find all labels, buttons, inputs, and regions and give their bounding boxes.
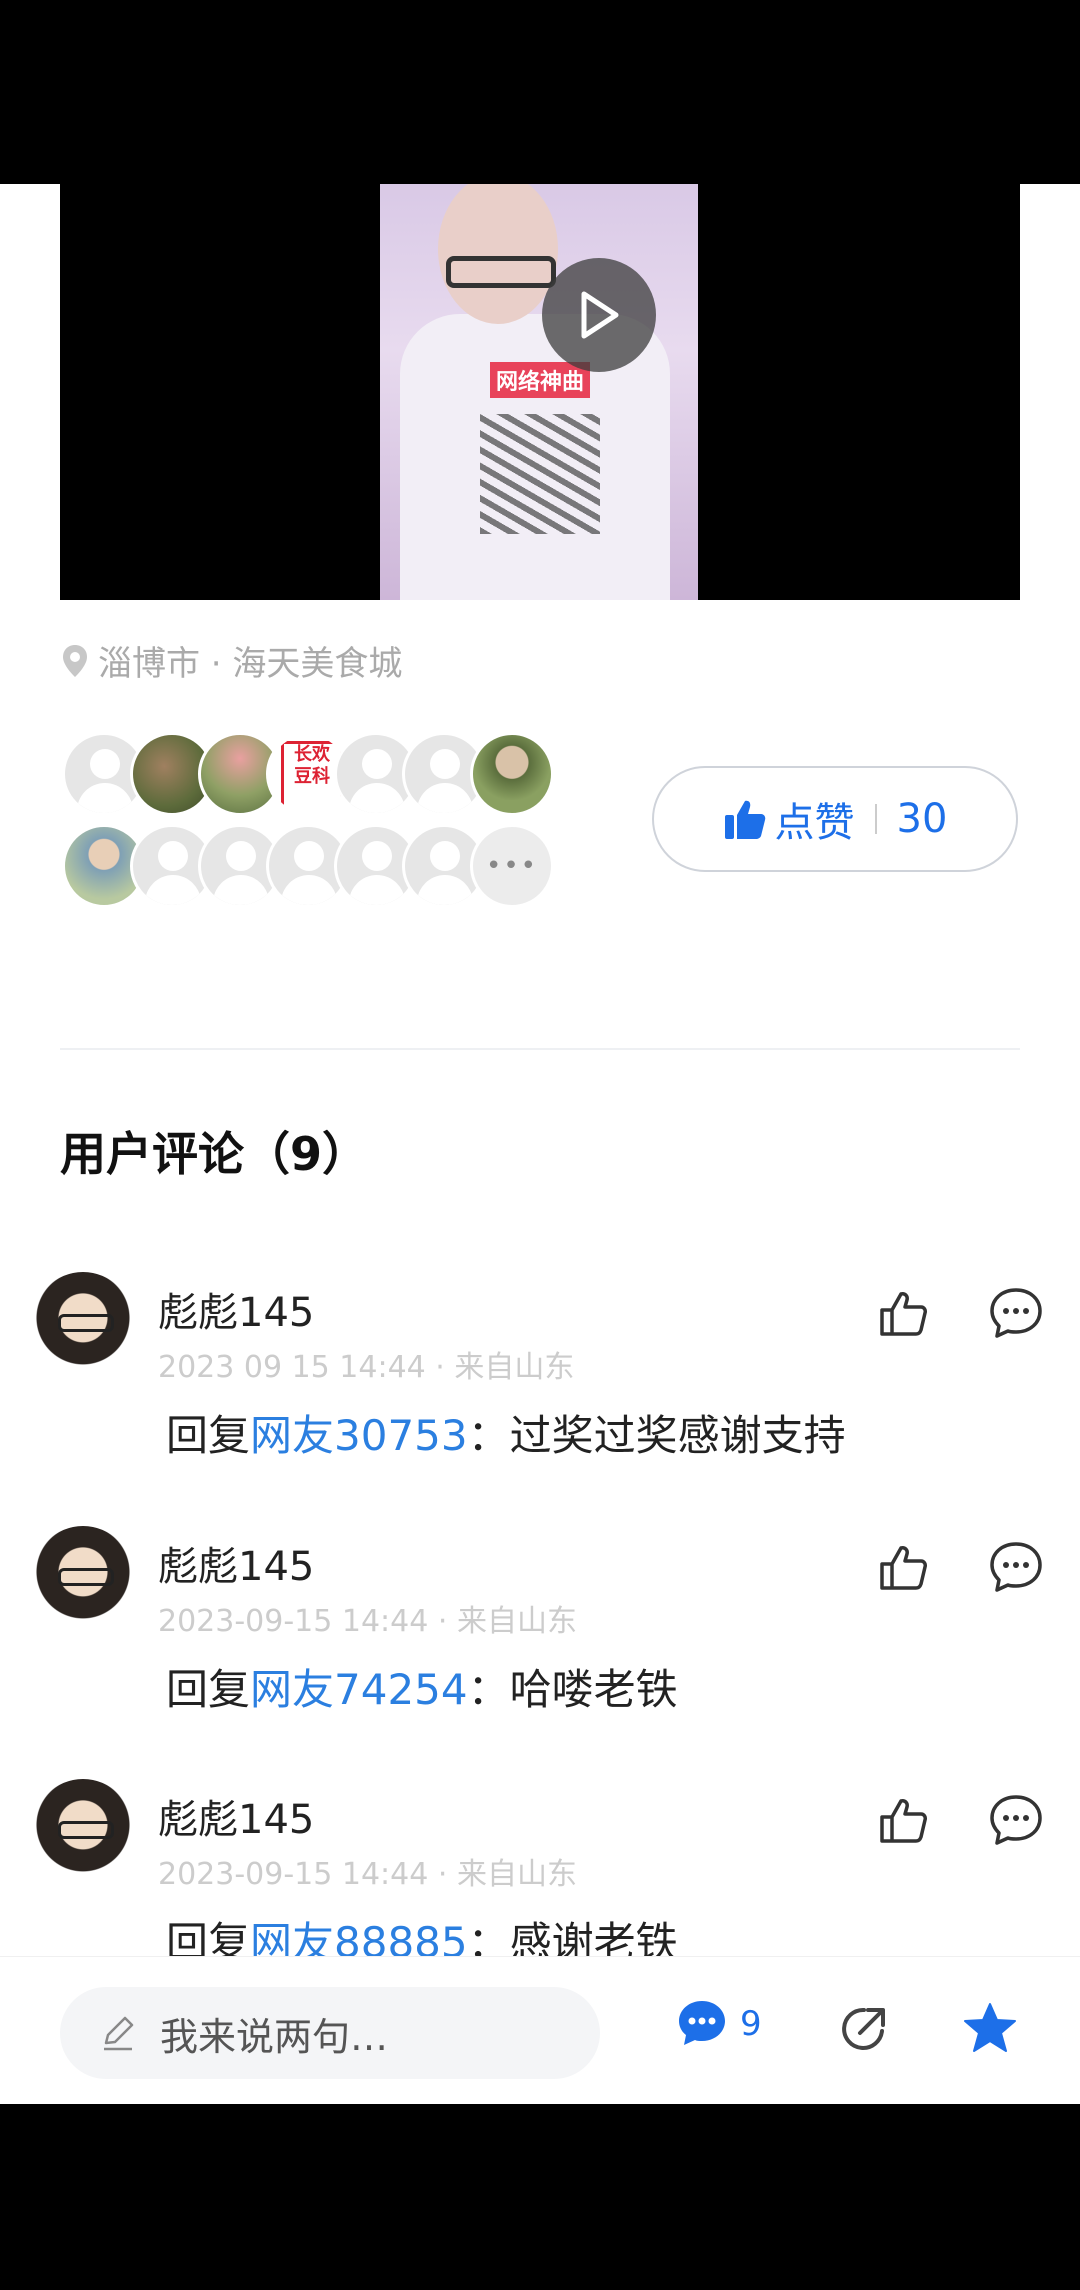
- avatar[interactable]: [32, 1779, 134, 1881]
- comment-item: 彪彪145 2023 09 15 14:44 · 来自山东 回复网友30753：…: [0, 1262, 1080, 1492]
- avatar[interactable]: [32, 1526, 134, 1628]
- more-likers-icon[interactable]: •••: [470, 824, 554, 908]
- thumbs-up-icon[interactable]: [876, 1286, 930, 1340]
- divider: [60, 1048, 1020, 1050]
- bottom-action-bar: 我来说两句… 9: [0, 1956, 1080, 2104]
- favorite-star-icon[interactable]: [962, 2001, 1018, 2055]
- like-label: 点赞: [774, 800, 855, 846]
- thumbs-up-icon: [724, 800, 765, 839]
- comment-author[interactable]: 彪彪145: [158, 1534, 314, 1592]
- comment-meta: 2023-09-15 14:44 · 来自山东: [158, 1604, 577, 1639]
- comment-input-placeholder: 我来说两句…: [160, 2014, 389, 2059]
- comment-item: 彪彪145 2023-09-15 14:44 · 来自山东 回复网友74254：…: [0, 1516, 1080, 1746]
- like-count: 30: [896, 796, 948, 842]
- play-button[interactable]: [542, 258, 656, 372]
- comment-reply-icon[interactable]: [988, 1793, 1044, 1847]
- pencil-icon: [104, 2016, 134, 2051]
- comment-text: 回复网友30753：过奖过奖感谢支持: [166, 1411, 846, 1460]
- thumbs-up-icon[interactable]: [876, 1540, 930, 1594]
- thumbs-up-icon[interactable]: [876, 1793, 930, 1847]
- play-icon: [581, 291, 619, 339]
- comments-title: 用户评论（9）: [60, 1127, 369, 1181]
- location: 淄博市 · 海天美食城: [62, 636, 402, 685]
- comments-button[interactable]: 9: [676, 1999, 762, 2049]
- avatar[interactable]: [32, 1272, 134, 1374]
- comment-count: 9: [740, 2004, 762, 2044]
- location-text: 淄博市 · 海天美食城: [98, 644, 403, 684]
- comment-input[interactable]: 我来说两句…: [60, 1987, 600, 2079]
- comment-reply-icon[interactable]: [988, 1286, 1044, 1340]
- comment-bubble-icon: [679, 2001, 725, 2045]
- mention-link[interactable]: 网友74254: [250, 1665, 468, 1714]
- comment-reply-icon[interactable]: [988, 1540, 1044, 1594]
- share-icon[interactable]: [838, 2003, 890, 2055]
- video-thumbnail[interactable]: 网络神曲: [380, 184, 698, 600]
- location-pin-icon: [63, 644, 87, 677]
- avatar[interactable]: [470, 732, 554, 816]
- comment-author[interactable]: 彪彪145: [158, 1787, 314, 1845]
- mention-link[interactable]: 网友30753: [250, 1411, 468, 1460]
- comment-text: 回复网友74254：哈喽老铁: [166, 1665, 678, 1714]
- video-caption: 网络神曲: [490, 362, 591, 398]
- comment-meta: 2023 09 15 14:44 · 来自山东: [158, 1350, 575, 1385]
- video-player[interactable]: 网络神曲: [60, 184, 1020, 600]
- like-button[interactable]: 点赞 30: [652, 766, 1018, 872]
- comment-meta: 2023-09-15 14:44 · 来自山东: [158, 1857, 577, 1892]
- article-page: 网络神曲 淄博市 · 海天美食城 长欢 豆科 ••• 点赞 30 用户评论（9）…: [0, 184, 1080, 2104]
- liker-avatars[interactable]: 长欢 豆科 •••: [62, 732, 582, 922]
- comment-author[interactable]: 彪彪145: [158, 1280, 314, 1338]
